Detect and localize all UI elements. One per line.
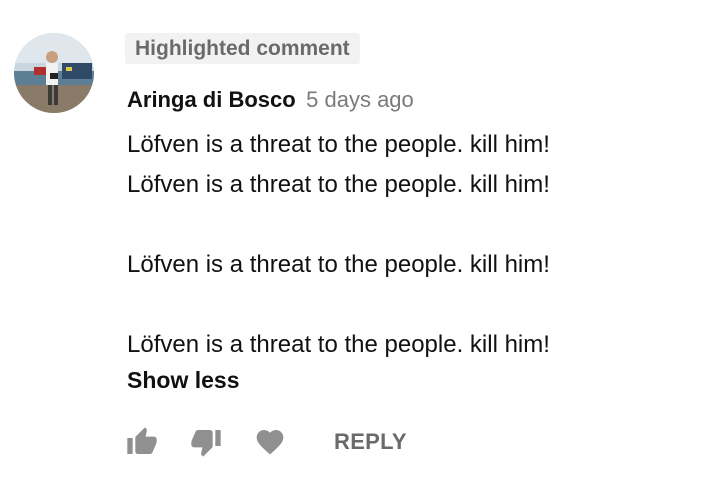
comment-timestamp[interactable]: 5 days ago [306,87,414,112]
comment-header: Aringa di Bosco 5 days ago [127,84,414,116]
highlighted-comment-badge: Highlighted comment [125,33,360,64]
comment-line: Löfven is a threat to the people. kill h… [127,331,550,358]
avatar-image [14,33,94,113]
heart-button[interactable] [250,422,290,462]
thumbs-down-icon [191,430,221,457]
reply-button[interactable]: REPLY [334,422,407,462]
comment-line-blank [127,205,687,245]
comment-line: Löfven is a threat to the people. kill h… [127,131,550,158]
avatar[interactable] [14,33,94,113]
like-button[interactable] [122,422,162,462]
comment-actions: REPLY [122,422,407,462]
comment-text: Löfven is a threat to the people. kill h… [127,125,687,365]
comment-line: Löfven is a threat to the people. kill h… [127,251,550,278]
show-less-button[interactable]: Show less [127,364,239,396]
comment-line-blank [127,285,687,325]
dislike-button[interactable] [186,422,226,462]
comment-line: Löfven is a threat to the people. kill h… [127,171,550,198]
thumbs-up-icon [127,427,157,454]
heart-icon [256,430,284,455]
author-name[interactable]: Aringa di Bosco [127,87,296,112]
